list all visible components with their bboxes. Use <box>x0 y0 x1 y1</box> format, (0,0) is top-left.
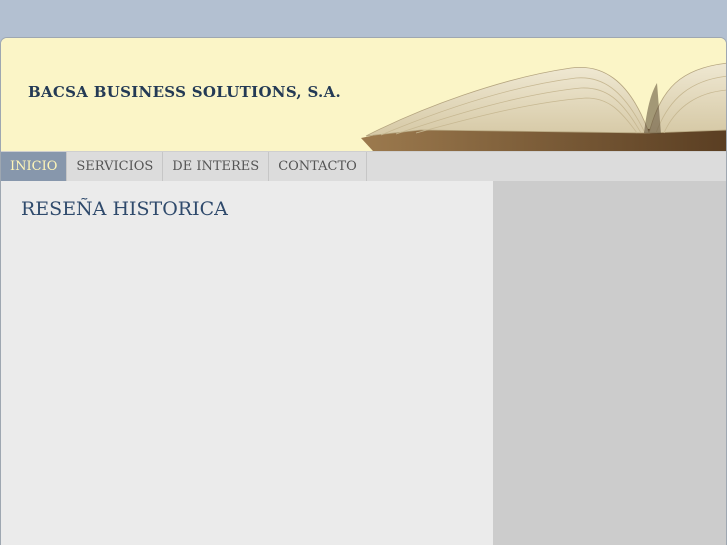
main-content: RESEÑA HISTORICA <box>1 181 493 545</box>
section-heading: RESEÑA HISTORICA <box>21 198 228 220</box>
nav-item-contacto[interactable]: CONTACTO <box>269 152 367 182</box>
sidebar <box>493 181 726 545</box>
site-header: BACSA BUSINESS SOLUTIONS, S.A. <box>1 38 726 151</box>
nav-item-de-interes[interactable]: DE INTERES <box>163 152 270 182</box>
nav-item-servicios[interactable]: SERVICIOS <box>67 152 164 182</box>
page-container: BACSA BUSINESS SOLUTIONS, S.A. INICIO SE… <box>0 37 727 545</box>
nav-item-inicio[interactable]: INICIO <box>1 152 68 182</box>
open-book-image <box>361 62 726 151</box>
site-title: BACSA BUSINESS SOLUTIONS, S.A. <box>28 83 342 101</box>
main-nav: INICIO SERVICIOS DE INTERES CONTACTO <box>1 151 726 182</box>
